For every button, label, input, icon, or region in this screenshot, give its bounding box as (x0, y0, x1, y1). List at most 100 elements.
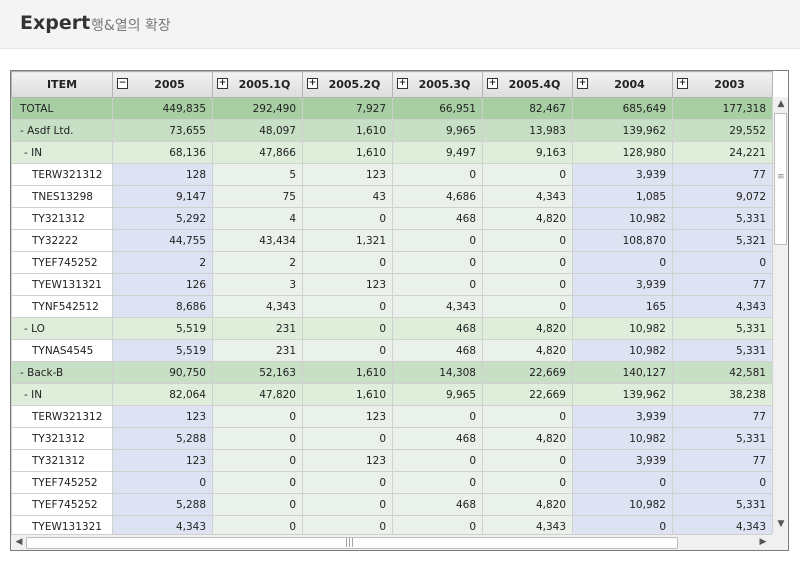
table-row[interactable]: TY32222 44,755 43,434 1,321 0 0 108,870 5,321 (11, 229, 773, 252)
value-cell: 10,982 (572, 207, 673, 230)
row-item-label[interactable]: - Asdf Ltd. (11, 119, 113, 142)
scroll-down-icon[interactable]: ▼ (773, 519, 788, 529)
expand-icon[interactable]: + (677, 78, 688, 89)
expand-icon[interactable]: + (487, 78, 498, 89)
value-cell: 5,331 (672, 493, 773, 516)
scroll-left-icon[interactable]: ◀ (11, 537, 27, 547)
value-cell: 4,343 (482, 185, 573, 208)
value-cell: 5,331 (672, 339, 773, 362)
column-header[interactable]: −2005 (112, 71, 213, 98)
table-row[interactable]: TYNAS4545 5,519 231 0 468 4,820 10,982 5,331 (11, 339, 773, 362)
group-row[interactable]: - IN 68,136 47,866 1,610 9,497 9,163 128,980 24… (11, 141, 773, 164)
value-cell: 10,982 (572, 427, 673, 450)
row-item-label[interactable]: - Back-B (11, 361, 113, 384)
value-cell: 1,610 (302, 119, 393, 142)
row-item-label: TY32222 (11, 229, 113, 252)
value-cell: 3,939 (572, 405, 673, 428)
scroll-up-icon[interactable]: ▲ (773, 99, 788, 109)
value-cell: 2 (112, 251, 213, 274)
row-item-label: TOTAL (11, 97, 113, 120)
expand-icon[interactable]: + (397, 78, 408, 89)
column-header[interactable]: +2004 (572, 71, 673, 98)
column-header[interactable]: +2005.3Q (392, 71, 483, 98)
vertical-scroll-thumb[interactable]: ≡ (774, 113, 787, 245)
column-header[interactable]: ITEM (11, 71, 113, 98)
vertical-scrollbar[interactable]: ▲ ≡ ▼ (772, 97, 788, 534)
horizontal-scroll-thumb[interactable]: ||| (26, 537, 678, 549)
collapse-icon[interactable]: − (117, 78, 128, 89)
value-cell: 0 (482, 273, 573, 296)
column-header[interactable]: +2005.1Q (212, 71, 303, 98)
value-cell: 0 (482, 449, 573, 472)
row-item-label: TNES13298 (11, 185, 113, 208)
value-cell: 82,064 (112, 383, 213, 406)
value-cell: 44,755 (112, 229, 213, 252)
table-row[interactable]: TYEW131321 126 3 123 0 0 3,939 77 (11, 273, 773, 296)
value-cell: 82,467 (482, 97, 573, 120)
column-header[interactable]: +2003 (672, 71, 773, 98)
value-cell: 5,292 (112, 207, 213, 230)
value-cell: 0 (302, 251, 393, 274)
value-cell: 123 (112, 449, 213, 472)
expand-icon[interactable]: + (217, 78, 228, 89)
value-cell: 123 (302, 163, 393, 186)
column-header[interactable]: +2005.2Q (302, 71, 393, 98)
value-cell: 0 (672, 471, 773, 494)
row-item-label: TYEF745252 (11, 493, 113, 516)
expand-icon[interactable]: + (307, 78, 318, 89)
value-cell: 0 (212, 449, 303, 472)
value-cell: 13,983 (482, 119, 573, 142)
value-cell: 38,238 (672, 383, 773, 406)
value-cell: 0 (392, 471, 483, 494)
row-item-label[interactable]: - IN (11, 383, 113, 406)
table-row[interactable]: TYEF745252 5,288 0 0 468 4,820 10,982 5,331 (11, 493, 773, 516)
table-row[interactable]: TY321312 5,292 4 0 468 4,820 10,982 5,331 (11, 207, 773, 230)
table-row[interactable]: TYEF745252 2 2 0 0 0 0 0 (11, 251, 773, 274)
row-item-label[interactable]: - IN (11, 141, 113, 164)
value-cell: 449,835 (112, 97, 213, 120)
value-cell: 4,820 (482, 317, 573, 340)
row-item-label: TYEF745252 (11, 471, 113, 494)
group-row[interactable]: - IN 82,064 47,820 1,610 9,965 22,669 139,962 3… (11, 383, 773, 406)
column-header-label: ITEM (46, 78, 78, 91)
value-cell: 140,127 (572, 361, 673, 384)
scroll-right-icon[interactable]: ▶ (755, 537, 771, 547)
value-cell: 9,163 (482, 141, 573, 164)
value-cell: 10,982 (572, 493, 673, 516)
grid-body: TOTAL 449,835 292,490 7,927 66,951 82,467 685,… (11, 97, 773, 538)
table-row[interactable]: TY321312 123 0 123 0 0 3,939 77 (11, 449, 773, 472)
expand-icon[interactable]: + (577, 78, 588, 89)
group-row[interactable]: - Asdf Ltd. 73,655 48,097 1,610 9,965 13,983 1… (11, 119, 773, 142)
column-header[interactable]: +2005.4Q (482, 71, 573, 98)
value-cell: 468 (392, 427, 483, 450)
row-item-label: TYNAS4545 (11, 339, 113, 362)
value-cell: 5,288 (112, 493, 213, 516)
value-cell: 77 (672, 163, 773, 186)
group-row[interactable]: - Back-B 90,750 52,163 1,610 14,308 22,669 140… (11, 361, 773, 384)
table-row[interactable]: TYEF745252 0 0 0 0 0 0 0 (11, 471, 773, 494)
value-cell: 9,965 (392, 119, 483, 142)
value-cell: 90,750 (112, 361, 213, 384)
value-cell: 75 (212, 185, 303, 208)
table-row[interactable]: TYNF542512 8,686 4,343 0 4,343 0 165 4,343 (11, 295, 773, 318)
value-cell: 1,321 (302, 229, 393, 252)
value-cell: 231 (212, 339, 303, 362)
value-cell: 4,343 (672, 295, 773, 318)
value-cell: 5,321 (672, 229, 773, 252)
row-item-label[interactable]: - LO (11, 317, 113, 340)
table-row[interactable]: TNES13298 9,147 75 43 4,686 4,343 1,085 9,072 (11, 185, 773, 208)
table-row[interactable]: TERW321312 128 5 123 0 0 3,939 77 (11, 163, 773, 186)
value-cell: 0 (112, 471, 213, 494)
value-cell: 4,343 (212, 295, 303, 318)
value-cell: 9,965 (392, 383, 483, 406)
value-cell: 0 (302, 295, 393, 318)
table-row[interactable]: TERW321312 123 0 123 0 0 3,939 77 (11, 405, 773, 428)
horizontal-scrollbar[interactable]: ◀ ||| ▶ (11, 534, 772, 550)
value-cell: 4,820 (482, 427, 573, 450)
value-cell: 108,870 (572, 229, 673, 252)
total-row[interactable]: TOTAL 449,835 292,490 7,927 66,951 82,467 685,… (11, 97, 773, 120)
group-row[interactable]: - LO 5,519 231 0 468 4,820 10,982 5,331 (11, 317, 773, 340)
value-cell: 0 (302, 317, 393, 340)
table-row[interactable]: TY321312 5,288 0 0 468 4,820 10,982 5,331 (11, 427, 773, 450)
value-cell: 42,581 (672, 361, 773, 384)
